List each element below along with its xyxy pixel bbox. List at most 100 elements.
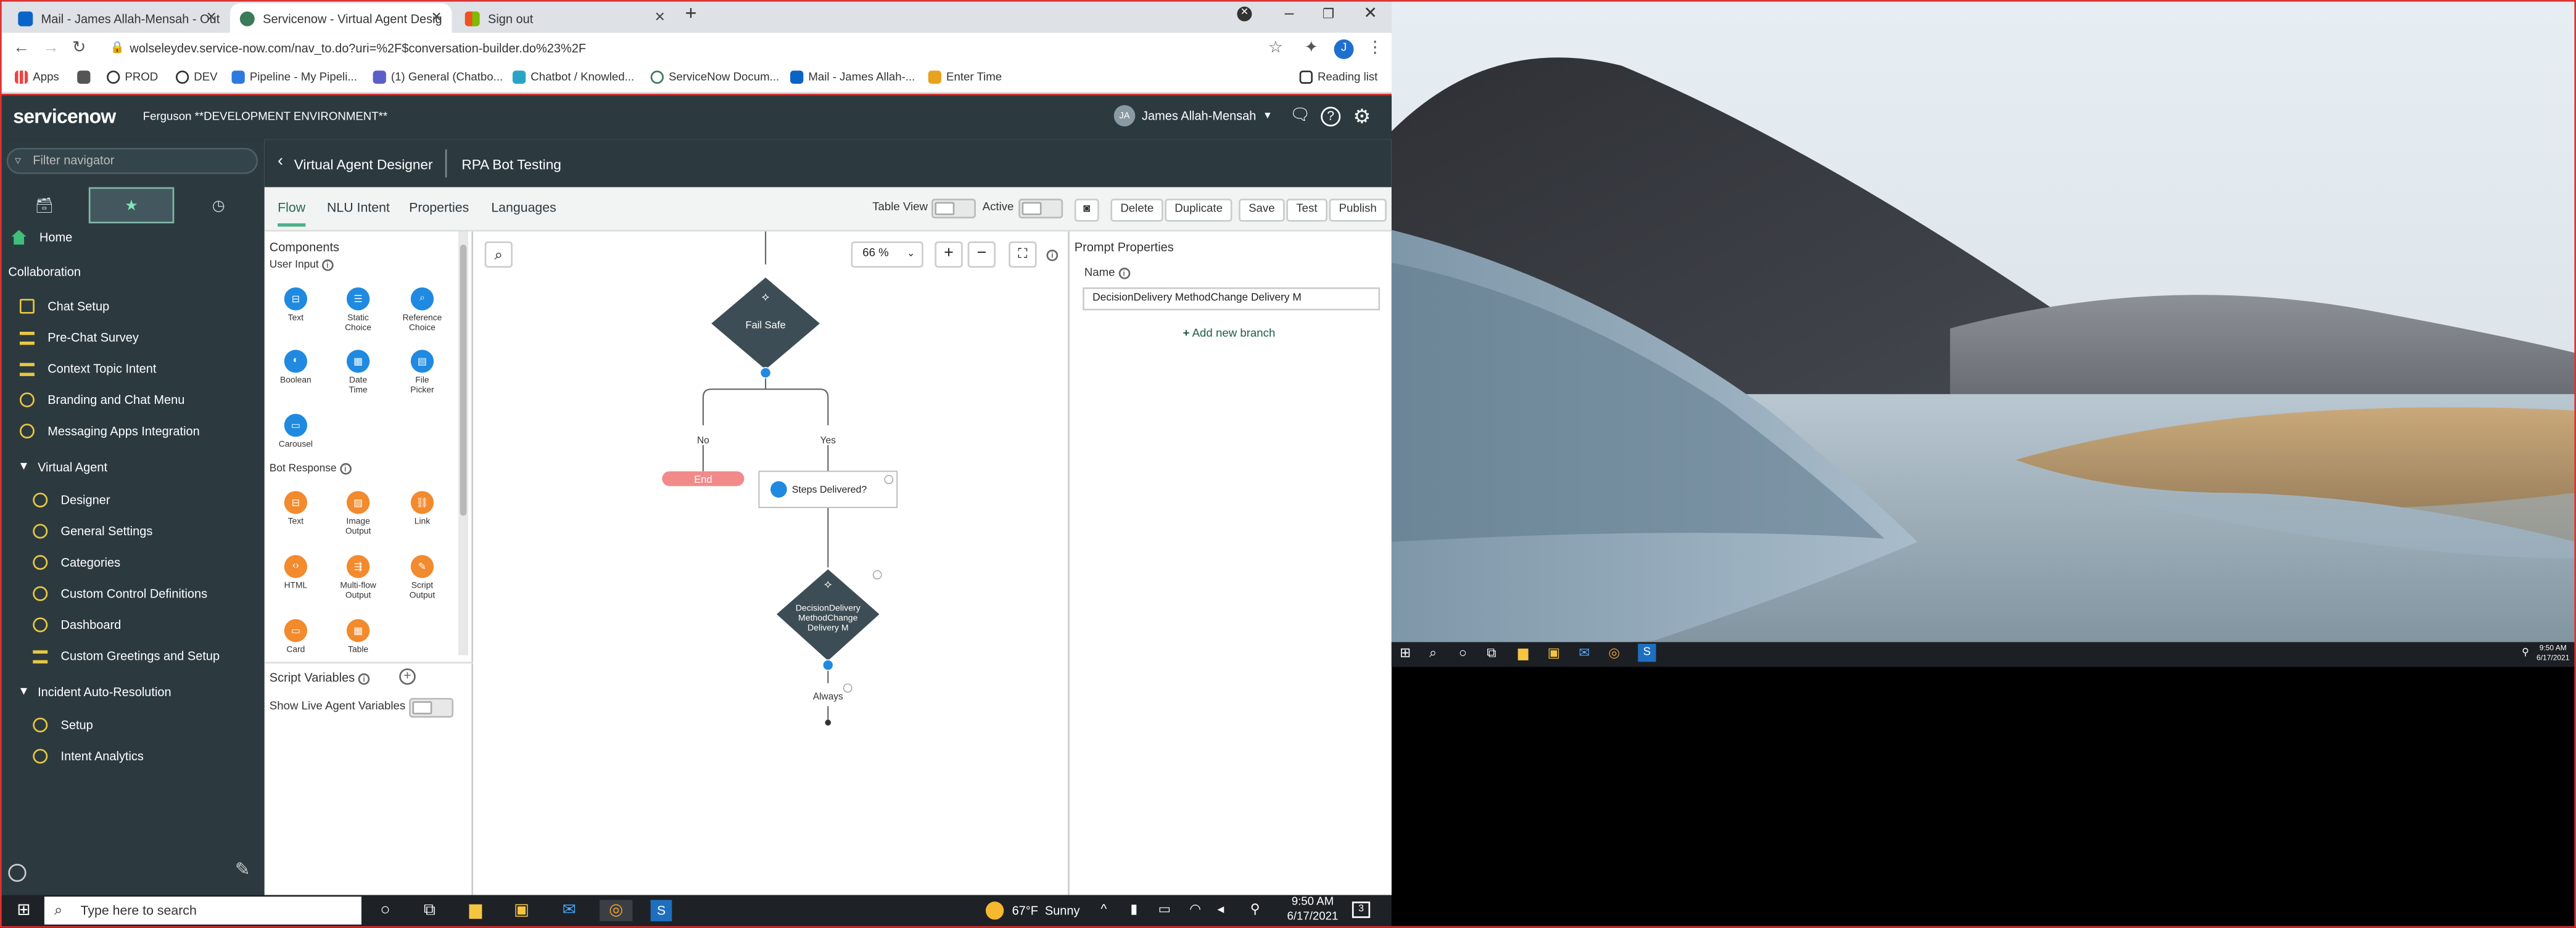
bookmark-prod[interactable]: PROD <box>107 70 158 84</box>
store-icon[interactable]: ▣ <box>511 900 532 921</box>
component-date-time[interactable]: ▦ Date Time <box>334 350 383 396</box>
minimize-icon[interactable]: – <box>1285 5 1294 23</box>
component-reference-choice[interactable]: ⌕ Reference Choice <box>398 287 447 334</box>
forward-icon[interactable]: → <box>43 39 59 57</box>
filter-navigator-input[interactable]: ▿ Filter navigator <box>6 147 258 175</box>
cortana-icon[interactable]: ○ <box>1459 646 1467 660</box>
network-icon[interactable]: ⚲ <box>2522 647 2529 659</box>
store-icon[interactable]: ▣ <box>1548 646 1560 660</box>
url-input[interactable]: 🔒 wolseleydev.service-now.com/nav_to.do?… <box>100 38 1308 61</box>
publish-button[interactable]: Publish <box>1329 199 1387 222</box>
wifi-icon[interactable]: ◠ <box>1189 901 1201 916</box>
notification-icon[interactable]: 3 <box>1352 901 1371 918</box>
edit-icon[interactable]: ✎ <box>235 859 250 881</box>
remote-desktop-icon[interactable]: S <box>1638 644 1656 662</box>
add-variable-icon[interactable]: + <box>399 668 416 685</box>
bookmark-dev[interactable]: DEV <box>175 70 218 84</box>
profile-avatar[interactable]: J <box>1334 39 1354 59</box>
close-icon[interactable]: ✕ <box>654 10 666 25</box>
restore-icon[interactable]: ❐ <box>1323 7 1334 22</box>
clock-time[interactable]: 9:50 AM <box>1288 897 1337 908</box>
chevron-up-icon[interactable]: ^ <box>1100 901 1107 916</box>
favorites-tab[interactable]: ★ <box>88 187 175 224</box>
nav-home[interactable]: Home <box>0 223 265 251</box>
component-text-input[interactable]: ⊟ Text <box>271 287 320 324</box>
reading-list[interactable]: Reading list <box>1299 70 1377 84</box>
nav-context-topic-intent[interactable]: Context Topic Intent <box>0 355 265 382</box>
component-link[interactable]: ⛓ Link <box>398 491 447 527</box>
star-icon[interactable]: ☆ <box>1268 39 1283 57</box>
task-view-icon[interactable]: ⧉ <box>419 900 440 921</box>
bookmark-sndocs[interactable]: ServiceNow Docum... <box>650 70 779 84</box>
bookmark-page[interactable] <box>77 70 91 84</box>
file-explorer-icon[interactable]: ▆ <box>1518 646 1528 660</box>
table-view-toggle[interactable] <box>931 199 976 219</box>
component-text-output[interactable]: ⊟ Text <box>271 491 320 527</box>
nav-virtual-agent[interactable]: ▼ Virtual Agent <box>0 453 265 481</box>
back-icon[interactable]: ← <box>13 39 30 57</box>
nav-pre-chat-survey[interactable]: Pre-Chat Survey <box>0 324 265 351</box>
servicenow-logo[interactable]: servicenow <box>13 105 116 128</box>
component-image-output[interactable]: ▨ Image Output <box>334 491 383 537</box>
component-script-output[interactable]: ✎ Script Output <box>398 555 447 601</box>
close-window-icon[interactable]: ✕ <box>1364 5 1377 23</box>
component-static-choice[interactable]: ☰ Static Choice <box>334 287 383 334</box>
windows-start-icon[interactable]: ⊞ <box>13 900 35 921</box>
tab-languages[interactable]: Languages <box>491 200 556 215</box>
clock-date[interactable]: 6/17/2021 <box>1281 911 1344 923</box>
nav-intent-analytics[interactable]: Intent Analytics <box>0 742 265 770</box>
mail-icon[interactable]: ✉ <box>559 900 580 921</box>
reload-icon[interactable]: ↻ <box>72 39 86 57</box>
tab-nlu-intent[interactable]: NLU Intent <box>327 200 390 215</box>
component-carousel[interactable]: ▭ Carousel <box>271 414 320 450</box>
nav-dashboard[interactable]: Dashboard <box>0 611 265 639</box>
help-icon[interactable]: ? <box>1321 107 1341 127</box>
mail-icon[interactable]: ✉ <box>1579 646 1590 660</box>
taskbar-search-input[interactable]: ⌕ Type here to search <box>44 897 361 925</box>
tab-flow[interactable]: Flow <box>278 200 306 227</box>
nav-custom-greetings[interactable]: Custom Greetings and Setup <box>0 642 265 670</box>
tab-mail[interactable]: Mail - James Allah-Mensah - Out ✕ <box>8 3 226 33</box>
add-new-branch-link[interactable]: + Add new branch <box>1183 329 1276 340</box>
name-input[interactable]: DecisionDelivery MethodChange Delivery M <box>1083 287 1381 311</box>
nav-custom-control-definitions[interactable]: Custom Control Definitions <box>0 580 265 607</box>
nav-messaging-apps[interactable]: Messaging Apps Integration <box>0 417 265 445</box>
nav-collaboration[interactable]: Collaboration <box>0 258 265 285</box>
nav-branding[interactable]: Branding and Chat Menu <box>0 386 265 414</box>
remote-clock-time[interactable]: 9:50 AM <box>2535 644 2571 652</box>
nav-designer[interactable]: Designer <box>0 486 265 514</box>
remote-clock-date[interactable]: 6/17/2021 <box>2533 654 2573 662</box>
bookmark-apps[interactable]: Apps <box>14 70 59 84</box>
bookmark-teams[interactable]: (1) General (Chatbo... <box>373 70 503 84</box>
user-menu[interactable]: JA James Allah-Mensah ▼ <box>1113 105 1273 127</box>
search-icon[interactable]: ⌕ <box>1429 646 1437 662</box>
network-icon[interactable]: ⚲ <box>1250 901 1260 916</box>
task-view-icon[interactable]: ⧉ <box>1487 646 1496 662</box>
cortana-icon[interactable]: ○ <box>374 900 396 921</box>
weather-temp[interactable]: 67°F <box>1012 903 1038 918</box>
bookmark-mail[interactable]: Mail - James Allah-... <box>790 70 915 84</box>
chat-icon[interactable]: 🗨 <box>1290 107 1311 126</box>
close-icon[interactable]: ✕ <box>206 10 217 25</box>
component-card[interactable]: ▭ Card <box>271 619 320 655</box>
designer-title[interactable]: Virtual Agent Designer <box>294 156 433 173</box>
show-live-agent-toggle[interactable] <box>409 697 454 718</box>
bookmark-time[interactable]: Enter Time <box>928 70 1002 84</box>
screenshot-button[interactable]: ◙ <box>1074 199 1099 222</box>
windows-start-icon[interactable]: ⊞ <box>1400 646 1411 660</box>
active-toggle[interactable] <box>1018 199 1063 219</box>
collapse-icon[interactable] <box>8 863 27 882</box>
save-button[interactable]: Save <box>1239 199 1285 222</box>
component-boolean[interactable]: ◐ Boolean <box>271 350 320 386</box>
nav-setup[interactable]: Setup <box>0 711 265 739</box>
extensions-icon[interactable]: ✦ <box>1305 39 1318 57</box>
nav-general-settings[interactable]: General Settings <box>0 517 265 545</box>
new-tab-button[interactable]: + <box>685 2 697 25</box>
components-scrollbar[interactable] <box>458 231 469 655</box>
bookmark-chatbot[interactable]: Chatbot / Knowled... <box>512 70 634 84</box>
tab-signout[interactable]: Sign out ✕ <box>455 3 675 33</box>
duplicate-button[interactable]: Duplicate <box>1165 199 1232 222</box>
chrome-icon[interactable]: ◎ <box>1608 646 1620 660</box>
component-multi-flow-output[interactable]: ⇶ Multi-flow Output <box>334 555 383 601</box>
tab-properties[interactable]: Properties <box>409 200 469 215</box>
